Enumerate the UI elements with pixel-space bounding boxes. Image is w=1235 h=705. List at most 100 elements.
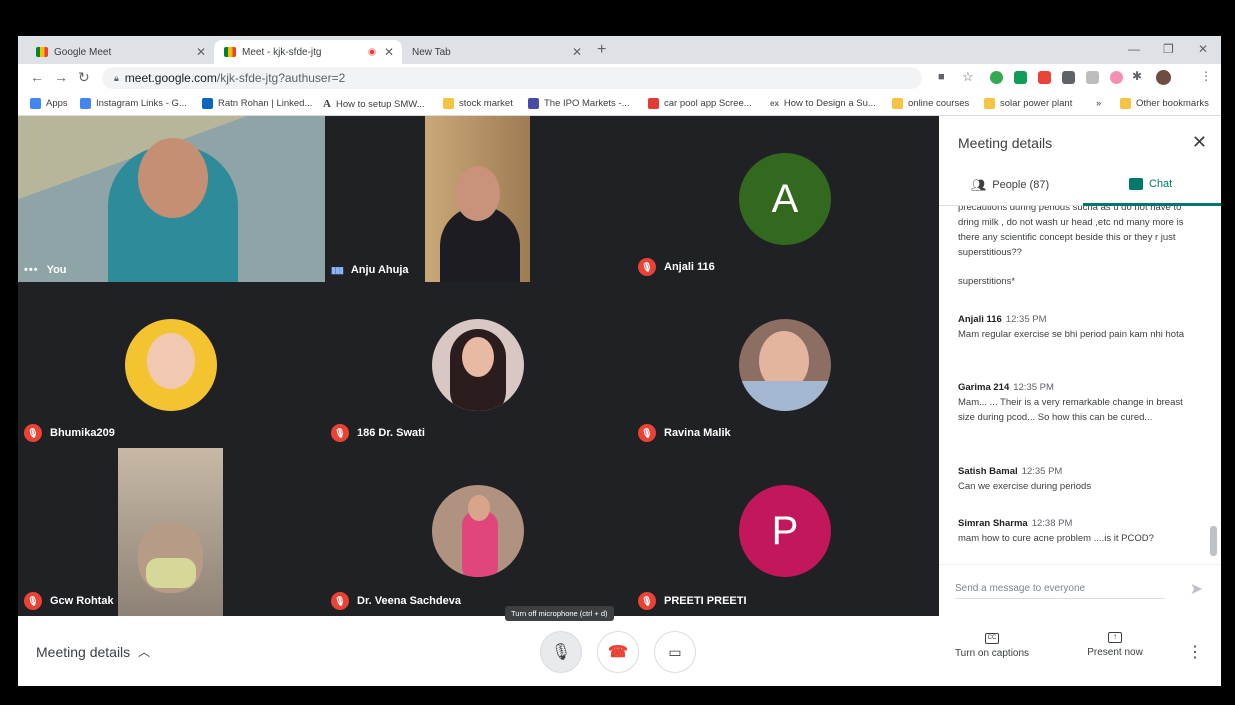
extension-icon[interactable] [1086,71,1099,84]
participant-video [425,116,530,282]
mic-off-icon: 🎙︎ [331,592,349,610]
bookmark-item[interactable]: Instagram Links - G... [80,98,187,109]
message-sender: Anjali 116 [958,314,1002,325]
tab-chat[interactable]: Chat [1129,178,1172,190]
close-tab-icon[interactable]: ✕ [384,45,394,59]
chrome-menu-icon[interactable]: ⋮ [1200,69,1212,83]
chat-message: Satish Bamal 12:35 PM Can we exercise dur… [958,464,1193,494]
close-tab-icon[interactable]: ✕ [572,45,582,59]
bookmark-item[interactable]: ex How to Design a Su... [770,98,876,109]
participant-tile[interactable]: ••• You [18,116,325,282]
message-time: 12:35 PM [1021,466,1063,477]
mic-off-icon: 🎙︎ [24,424,42,442]
meet-icon [224,47,236,57]
browser-window: Google Meet ✕ Meet - kjk-sfde-jtg ✕ New … [18,36,1221,686]
pdf-extension-icon[interactable] [1038,71,1051,84]
participant-name: 🎙︎ Gcw Rohtak [24,592,114,610]
participant-tile[interactable]: 🎙︎ Gcw Rohtak [18,448,325,616]
more-options-icon[interactable]: ⋮ [1187,642,1203,662]
bookmark-folder[interactable]: online courses [892,98,969,109]
apps-grid-icon [30,98,41,109]
participant-name: 🎙︎ Dr. Veena Sachdeva [331,592,461,610]
reload-icon[interactable]: ↻ [78,69,90,86]
maximize-icon[interactable]: ❐ [1163,42,1174,56]
bookmarks-overflow[interactable]: » [1096,98,1101,109]
participant-grid: ••• You ▮▮▮ Anju Ahuja A 🎙︎ Anjali 116 🎙︎ Bh… [18,116,939,616]
bookmark-folder[interactable]: Other bookmarks [1120,98,1209,109]
camera-indicator-icon[interactable]: ■ [938,71,945,83]
meeting-details-button[interactable]: Meeting details ︿ [36,643,150,660]
participant-tile[interactable]: P 🎙︎ PREETI PREETI [632,448,939,616]
forward-arrow-icon[interactable]: → [54,69,68,85]
chat-messages[interactable]: precautions during periods sucha as u do… [939,206,1221,561]
ipo-icon [528,98,539,109]
participant-avatar [125,319,217,411]
participant-avatar [432,485,524,577]
puzzle-extensions-icon[interactable]: ✱ [1132,69,1142,83]
bookmark-item[interactable]: A How to setup SMW... [323,98,425,110]
participant-tile[interactable]: 🎙︎ Dr. Veena Sachdeva [325,448,632,616]
captions-button[interactable]: CC Turn on captions [950,631,1034,659]
extension-icon[interactable] [1110,71,1123,84]
chat-message: precautions during periods sucha as u do… [958,206,1193,260]
message-text: precautions during periods sucha as u do… [958,206,1184,258]
message-sender: Simran Sharma [958,518,1028,529]
meet-icon [36,47,48,57]
tab-label: New Tab [412,46,451,58]
bookmark-star-icon[interactable]: ☆ [962,69,974,85]
extension-icon[interactable] [1062,71,1075,84]
minimize-icon[interactable]: — [1128,42,1140,56]
participant-tile[interactable]: 🎙︎ Bhumika209 [18,282,325,448]
folder-icon [984,98,995,109]
send-message-input[interactable]: Send a message to everyone [955,583,1165,599]
people-icon: 👥︎ [971,178,987,192]
chat-scrollbar[interactable] [1210,526,1217,556]
bookmark-item[interactable]: The IPO Markets -... [528,98,630,109]
present-now-button[interactable]: ↑ Present now [1080,631,1150,658]
bookmark-item[interactable]: Ratn Rohan | Linked... [202,98,312,109]
extension-icon[interactable] [990,71,1003,84]
bookmark-folder[interactable]: solar power plant [984,98,1072,109]
microphone-button[interactable]: 🎙︎ [540,631,582,673]
participant-name: ••• You [24,264,67,276]
panel-tabs: 👥︎ People (87) Chat [939,166,1221,206]
message-time: 12:35 PM [1005,314,1047,325]
participant-name: ▮▮▮ Anju Ahuja [331,264,409,276]
message-sender: Satish Bamal [958,466,1018,477]
participant-tile[interactable]: 🎙︎ 186 Dr. Swati [325,282,632,448]
mic-off-icon: 🎙︎ [638,258,656,276]
new-tab-plus-icon[interactable]: + [597,41,606,59]
speaking-indicator-icon: ▮▮▮ [331,264,344,275]
extension-icon[interactable] [1014,71,1027,84]
tab-new-tab[interactable]: New Tab ✕ [402,40,590,64]
participant-tile[interactable]: ▮▮▮ Anju Ahuja [325,116,632,282]
window-close-icon[interactable]: ✕ [1198,42,1208,56]
docs-icon [80,98,91,109]
tab-google-meet[interactable]: Google Meet ✕ [26,40,214,64]
message-sender: Garima 214 [958,382,1010,393]
url-input[interactable]: 🔒︎ meet.google.com/kjk-sfde-jtg?authuser… [102,67,922,89]
face-shape [455,166,500,221]
chevron-up-icon: ︿ [138,645,151,659]
bookmark-folder[interactable]: stock market [443,98,513,109]
close-tab-icon[interactable]: ✕ [196,45,206,59]
close-panel-icon[interactable]: ✕ [1192,132,1207,153]
bookmark-apps[interactable]: Apps [30,98,68,109]
tab-meet-active[interactable]: Meet - kjk-sfde-jtg ✕ [214,40,402,64]
participant-tile[interactable]: A 🎙︎ Anjali 116 [632,116,939,282]
tab-people[interactable]: 👥︎ People (87) [971,178,1049,192]
message-text: Can we exercise during periods [958,481,1092,492]
send-icon[interactable]: ➤ [1190,579,1203,599]
camera-button[interactable]: ▭ [654,631,696,673]
face-shape [147,333,195,389]
present-icon: ↑ [1108,632,1122,643]
bookmark-item[interactable]: car pool app Scree... [648,98,752,109]
leave-call-button[interactable]: ☎︎ [597,631,639,673]
meeting-details-panel: Meeting details ✕ 👥︎ People (87) Chat pr… [939,116,1221,616]
folder-icon [1120,98,1131,109]
back-arrow-icon[interactable]: ← [30,69,44,85]
recording-icon [368,48,376,56]
profile-avatar[interactable] [1156,70,1171,85]
participant-tile[interactable]: 🎙︎ Ravina Malik [632,282,939,448]
mic-tooltip: Turn off microphone (ctrl + d) [505,606,614,621]
